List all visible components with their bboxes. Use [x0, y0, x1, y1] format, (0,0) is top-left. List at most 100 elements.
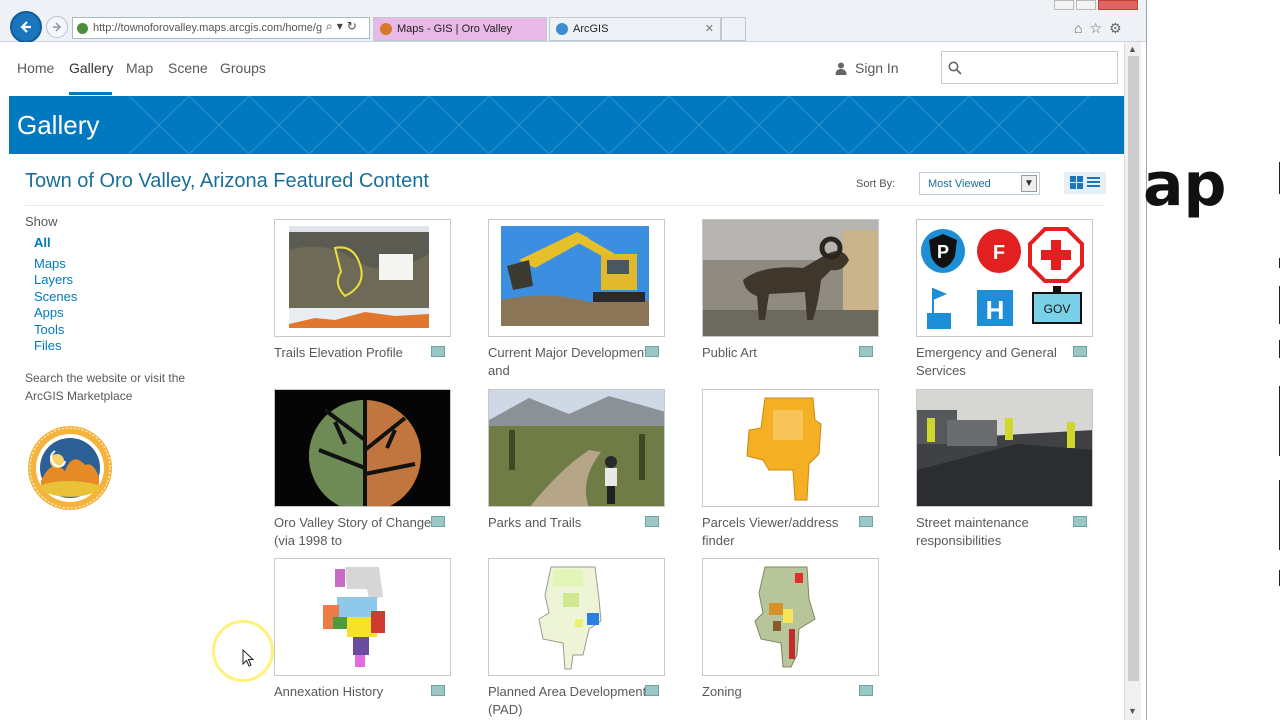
close-window-button[interactable] — [1098, 0, 1138, 10]
filter-tools[interactable]: Tools — [25, 322, 225, 339]
item-title[interactable]: Emergency and General Services — [916, 344, 1076, 379]
trails-elevation-thumbnail — [289, 226, 429, 328]
thumbnail[interactable] — [488, 558, 665, 676]
sign-in-link[interactable]: Sign In — [835, 60, 899, 76]
street-paving-thumbnail — [917, 390, 1092, 506]
annexation-map-thumbnail — [275, 559, 450, 675]
map-type-icon — [431, 685, 445, 696]
scrollbar-thumb[interactable] — [1128, 56, 1139, 681]
item-title[interactable]: Trails Elevation Profile — [274, 344, 434, 362]
new-tab-button[interactable] — [721, 17, 746, 41]
browser-toolbar: http://townoforovalley.maps.arcgis.com/h… — [0, 0, 1146, 43]
nav-home[interactable]: Home — [17, 60, 54, 76]
scroll-down-icon[interactable]: ▼ — [1128, 706, 1137, 716]
filter-sidebar: Show All Maps Layers Scenes Apps Tools F… — [25, 214, 225, 516]
address-actions: ⌕▾↻ — [326, 19, 361, 34]
map-type-icon — [645, 685, 659, 696]
tab-arcgis[interactable]: ArcGIS ✕ — [549, 17, 721, 41]
item-title[interactable]: Current Major Development and — [488, 344, 648, 379]
refresh-icon[interactable]: ↻ — [347, 19, 361, 33]
gallery-item-planned-area-development[interactable]: Planned Area Development (PAD) — [488, 558, 666, 717]
filter-maps[interactable]: Maps — [25, 256, 225, 273]
dropdown-icon[interactable]: ▾ — [337, 19, 347, 33]
maximize-button[interactable] — [1076, 0, 1096, 10]
tab-favicon-icon — [556, 23, 568, 35]
thumbnail[interactable] — [488, 219, 665, 337]
gallery-item-zoning[interactable]: Zoning — [702, 558, 880, 699]
background-heading-text: ap — [1143, 150, 1227, 220]
search-input[interactable] — [941, 51, 1118, 84]
thumbnail[interactable] — [274, 219, 451, 337]
filter-layers[interactable]: Layers — [25, 272, 225, 289]
gallery-item-street-maintenance[interactable]: Street maintenance responsibilities — [916, 389, 1094, 548]
filter-scenes[interactable]: Scenes — [25, 289, 225, 306]
marketplace-note: Search the website or visit the ArcGIS M… — [25, 370, 186, 403]
nav-map[interactable]: Map — [126, 60, 153, 76]
nav-gallery[interactable]: Gallery — [69, 60, 113, 76]
gallery-item-emergency-services[interactable]: P F H GOV Emergency and General Services — [916, 219, 1094, 378]
sort-select[interactable]: Most Viewed ▼ — [919, 172, 1040, 195]
web-page: Home Gallery Map Scene Groups Sign In Ga… — [9, 42, 1124, 720]
gallery-item-parcels-viewer[interactable]: Parcels Viewer/address finder — [702, 389, 880, 548]
sort-by-label: Sort By: — [856, 178, 896, 190]
back-button[interactable] — [10, 11, 42, 43]
thumbnail[interactable] — [702, 219, 879, 337]
filter-files[interactable]: Files — [25, 338, 225, 355]
grid-view-icon[interactable] — [1070, 176, 1083, 189]
item-title[interactable]: Annexation History — [274, 683, 434, 701]
filter-all[interactable]: All — [25, 235, 225, 252]
close-tab-icon[interactable]: ✕ — [705, 22, 714, 35]
map-type-icon — [431, 346, 445, 357]
item-title[interactable]: Oro Valley Story of Change (via 1998 to — [274, 514, 434, 549]
thumbnail[interactable] — [702, 558, 879, 676]
bighorn-sculpture-thumbnail — [703, 220, 878, 336]
home-icon[interactable]: ⌂ — [1074, 20, 1089, 36]
gallery-item-current-development[interactable]: Current Major Development and — [488, 219, 666, 378]
tab-maps-gis[interactable]: Maps - GIS | Oro Valley — [373, 17, 547, 41]
map-type-icon — [431, 516, 445, 527]
police-p-label: P — [937, 242, 949, 262]
thumbnail[interactable] — [274, 389, 451, 507]
excavator-thumbnail — [501, 226, 649, 326]
active-nav-indicator — [69, 92, 112, 95]
filter-apps[interactable]: Apps — [25, 305, 225, 322]
item-title[interactable]: Parks and Trails — [488, 514, 648, 532]
chevron-down-icon[interactable]: ▼ — [1021, 175, 1037, 192]
gallery-item-story-of-change[interactable]: Oro Valley Story of Change (via 1998 to — [274, 389, 452, 548]
favorites-star-icon[interactable]: ☆ — [1089, 20, 1109, 36]
nav-scene[interactable]: Scene — [168, 60, 208, 76]
gallery-item-parks-and-trails[interactable]: Parks and Trails — [488, 389, 666, 530]
gov-label: GOV — [1044, 302, 1071, 316]
item-title[interactable]: Parcels Viewer/address finder — [702, 514, 862, 549]
item-title[interactable]: Planned Area Development (PAD) — [488, 683, 648, 718]
tab-favicon-icon — [380, 23, 392, 35]
banner-pattern — [128, 96, 1090, 154]
thumbnail[interactable] — [702, 389, 879, 507]
forward-button[interactable] — [46, 16, 68, 38]
nav-groups[interactable]: Groups — [220, 60, 266, 76]
featured-content-heading: Town of Oro Valley, Arizona Featured Con… — [25, 170, 429, 192]
map-type-icon — [859, 685, 873, 696]
oro-valley-seal-logo — [28, 425, 112, 510]
gallery-item-public-art[interactable]: Public Art — [702, 219, 880, 360]
thumbnail[interactable] — [916, 389, 1093, 507]
list-view-icon[interactable] — [1087, 176, 1100, 189]
gallery-item-trails-elevation[interactable]: Trails Elevation Profile — [274, 219, 452, 360]
thumbnail[interactable] — [274, 558, 451, 676]
minimize-button[interactable] — [1054, 0, 1074, 10]
thumbnail[interactable]: P F H GOV — [916, 219, 1093, 337]
item-title[interactable]: Zoning — [702, 683, 862, 701]
scroll-up-icon[interactable]: ▲ — [1128, 44, 1137, 54]
settings-gear-icon[interactable]: ⚙ — [1109, 20, 1129, 36]
fire-f-label: F — [993, 242, 1005, 264]
search-icon[interactable]: ⌕ — [326, 19, 337, 33]
gallery-item-annexation-history[interactable]: Annexation History — [274, 558, 452, 699]
page-scrollbar[interactable]: ▲ ▼ — [1124, 42, 1141, 720]
gallery-banner: Gallery — [9, 96, 1124, 154]
item-title[interactable]: Public Art — [702, 344, 862, 362]
back-arrow-icon — [20, 21, 31, 33]
hospital-h-label: H — [986, 295, 1005, 325]
thumbnail[interactable] — [488, 389, 665, 507]
item-title[interactable]: Street maintenance responsibilities — [916, 514, 1076, 549]
show-label: Show — [25, 214, 58, 229]
